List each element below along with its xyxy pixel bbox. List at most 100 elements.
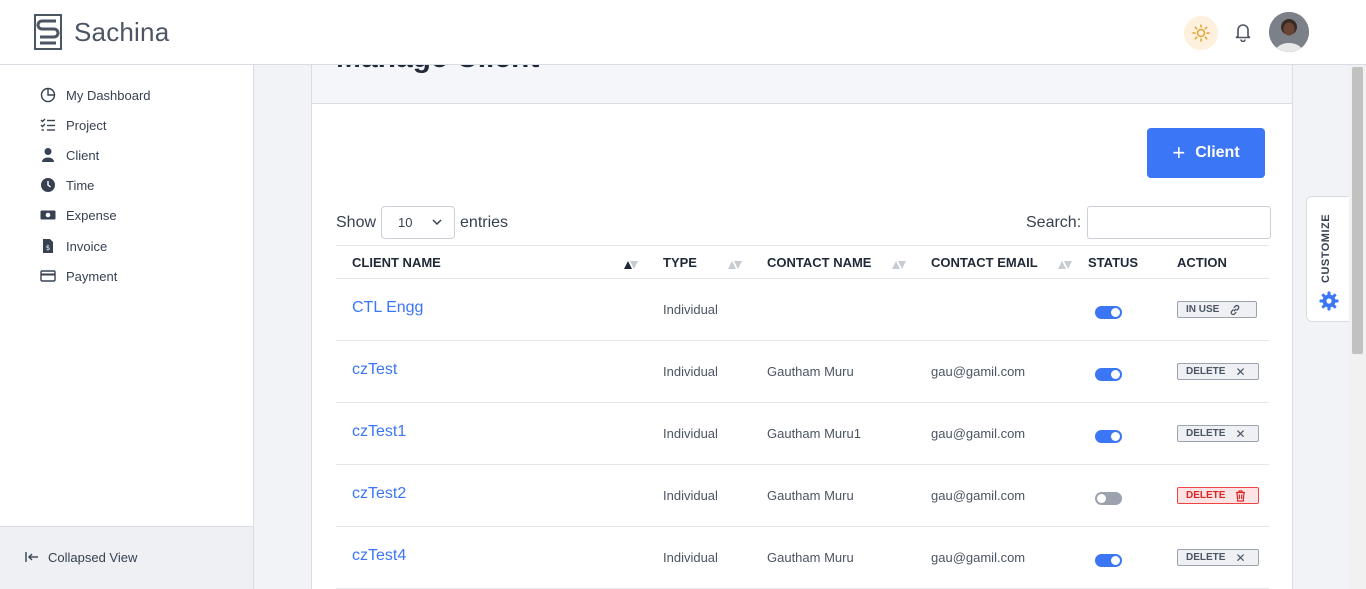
contact-email: gau@gamil.com	[931, 488, 1026, 503]
gear-icon	[1319, 291, 1339, 311]
sidebar-item-label: My Dashboard	[66, 87, 151, 103]
sidebar-item-label: Client	[66, 147, 100, 163]
sun-icon	[1192, 24, 1210, 42]
user-icon	[42, 148, 54, 162]
in-use-button[interactable]: IN USE	[1177, 301, 1257, 318]
contact-email: gau@gamil.com	[931, 550, 1026, 565]
toggle-knob	[1111, 370, 1120, 379]
search-input[interactable]	[1087, 206, 1272, 239]
collapse-bar: Collapsed View	[0, 526, 254, 589]
delete-button[interactable]: DELETE ✕	[1177, 549, 1259, 566]
delete-button[interactable]: DELETE	[1177, 487, 1259, 504]
add-client-button[interactable]: + Client	[1147, 128, 1265, 178]
action-label: DELETE	[1186, 490, 1226, 501]
sidebar-item-invoice[interactable]: $ Invoice	[40, 236, 107, 256]
plus-icon: +	[1172, 140, 1186, 165]
svg-text:$: $	[46, 244, 50, 252]
collapsed-view-label: Collapsed View	[48, 549, 138, 565]
delete-button[interactable]: DELETE ✕	[1177, 425, 1259, 442]
table-row: czTest1 Individual Gautham Muru1 gau@gam…	[336, 403, 1269, 465]
client-name-link[interactable]: czTest	[352, 361, 397, 379]
col-type[interactable]: TYPE	[663, 255, 697, 270]
table-row: czTest Individual Gautham Muru gau@gamil…	[336, 341, 1269, 403]
bell-icon	[1235, 24, 1251, 42]
brand-name: Sachina	[74, 16, 170, 47]
collapse-left-icon	[25, 552, 38, 562]
action-label: DELETE	[1186, 552, 1226, 563]
sort-icon[interactable]	[1057, 260, 1073, 270]
status-toggle[interactable]	[1095, 368, 1122, 381]
client-type: Individual	[663, 302, 718, 317]
page-scrollbar[interactable]	[1349, 65, 1366, 589]
scrollbar-thumb[interactable]	[1352, 67, 1363, 354]
sort-icon[interactable]	[891, 260, 907, 270]
col-status: STATUS	[1088, 255, 1139, 270]
sort-icon[interactable]	[727, 260, 743, 270]
status-toggle[interactable]	[1095, 306, 1122, 319]
status-toggle[interactable]	[1095, 492, 1122, 505]
page-title: Manage Client	[336, 65, 539, 75]
customize-tab[interactable]: CUSTOMIZE	[1306, 196, 1349, 322]
contact-email: gau@gamil.com	[931, 426, 1026, 441]
contact-email: gau@gamil.com	[931, 364, 1026, 379]
sidebar-item-label: Payment	[66, 268, 118, 284]
action-label: IN USE	[1186, 304, 1220, 315]
sidebar-item-label: Expense	[66, 207, 117, 223]
sidebar-item-label: Invoice	[66, 238, 108, 254]
col-contact-email[interactable]: CONTACT EMAIL	[931, 255, 1038, 270]
toggle-knob	[1111, 432, 1120, 441]
chevron-down-icon	[432, 219, 442, 226]
contact-name: Gautham Muru	[767, 550, 854, 565]
sidebar-item-label: Time	[66, 177, 95, 193]
close-icon: ✕	[1235, 550, 1246, 565]
client-name-link[interactable]: czTest4	[352, 547, 406, 565]
collapsed-view-toggle[interactable]: Collapsed View	[24, 549, 137, 565]
page-length-value: 10	[398, 215, 413, 230]
trash-icon	[1236, 489, 1246, 502]
brand-logo[interactable]: Sachina	[34, 14, 169, 50]
theme-toggle-button[interactable]	[1184, 16, 1218, 50]
notifications-button[interactable]	[1230, 19, 1256, 45]
clock-icon	[41, 178, 55, 192]
page-title-card: Manage Client	[311, 65, 1293, 104]
sidebar-item-time[interactable]: Time	[40, 175, 94, 195]
status-toggle[interactable]	[1095, 554, 1122, 567]
client-type: Individual	[663, 550, 718, 565]
toggle-knob	[1097, 494, 1106, 503]
client-type: Individual	[663, 364, 718, 379]
client-type: Individual	[663, 488, 718, 503]
customize-label: CUSTOMIZE	[1320, 213, 1332, 283]
status-toggle[interactable]	[1095, 430, 1122, 443]
sort-asc-icon[interactable]	[623, 260, 639, 270]
entries-label: entries	[460, 213, 509, 231]
user-avatar[interactable]	[1269, 12, 1309, 52]
sidebar-item-my-dashboard[interactable]: My Dashboard	[40, 85, 151, 105]
sidebar-item-client[interactable]: Client	[40, 145, 99, 165]
logo-icon	[34, 14, 62, 50]
delete-button[interactable]: DELETE ✕	[1177, 363, 1259, 380]
clients-table: CLIENT NAME TYPE CONTACT NAME CONTACT EM…	[336, 245, 1269, 589]
page-length-select[interactable]: 10	[381, 206, 456, 239]
sidebar-item-project[interactable]: Project	[40, 115, 106, 135]
toggle-knob	[1111, 308, 1120, 317]
table-header: CLIENT NAME TYPE CONTACT NAME CONTACT EM…	[336, 245, 1269, 279]
sidebar-item-expense[interactable]: Expense	[40, 205, 117, 225]
client-type: Individual	[663, 426, 718, 441]
client-name-link[interactable]: CTL Engg	[352, 299, 423, 317]
client-name-link[interactable]: czTest2	[352, 485, 406, 503]
client-name-link[interactable]: czTest1	[352, 423, 406, 441]
page-length-control: Show 10 entries	[336, 206, 508, 239]
checklist-icon	[40, 118, 55, 131]
close-icon: ✕	[1235, 426, 1246, 441]
client-list-card: + Client Show 10 entries Search: CLIENT …	[311, 103, 1293, 589]
toggle-knob	[1111, 556, 1120, 565]
table-row: czTest4 Individual Gautham Muru gau@gami…	[336, 527, 1269, 589]
table-row: czTest2 Individual Gautham Muru gau@gami…	[336, 465, 1269, 527]
show-label: Show	[336, 213, 377, 231]
col-client-name[interactable]: CLIENT NAME	[352, 255, 441, 270]
sidebar-item-label: Project	[66, 117, 107, 133]
col-contact-name[interactable]: CONTACT NAME	[767, 255, 871, 270]
contact-name: Gautham Muru	[767, 488, 854, 503]
sidebar-item-payment[interactable]: Payment	[40, 266, 117, 286]
avatar-image	[1269, 12, 1309, 52]
